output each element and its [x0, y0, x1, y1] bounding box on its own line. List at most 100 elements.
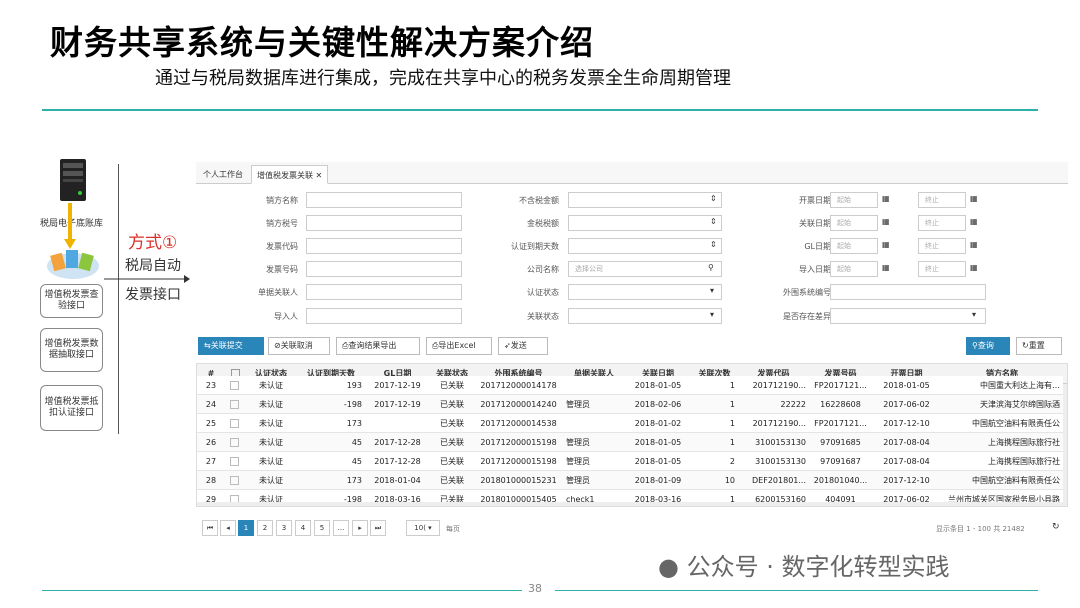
calendar-icon[interactable]: ▦: [882, 240, 890, 249]
tab-workbench[interactable]: 个人工作台: [198, 165, 248, 184]
company-input[interactable]: 选择公司: [568, 261, 722, 277]
filter-input[interactable]: [306, 215, 462, 231]
export-query-button[interactable]: ⎙查询结果导出: [336, 337, 420, 355]
export-excel-button[interactable]: ⎙导出Excel: [426, 337, 492, 355]
tab-vat-invoice-link[interactable]: 增值税发票关联 ✕: [251, 165, 329, 184]
page-number-button[interactable]: 5: [314, 520, 330, 536]
date-end-input[interactable]: 终止: [918, 261, 966, 277]
chevron-down-icon[interactable]: ▾: [710, 286, 714, 295]
table-cell: 2018-02-06: [634, 400, 682, 409]
query-button[interactable]: ⚲查询: [966, 337, 1010, 355]
table-cell: DEF201801...: [752, 476, 806, 485]
calendar-icon[interactable]: ▦: [970, 263, 978, 272]
filter-input[interactable]: [306, 284, 462, 300]
row-checkbox[interactable]: [230, 438, 239, 447]
table-row[interactable]: 27 未认证 45 2017-12-28 已关联 201712000015198 管理员 20…: [197, 452, 1063, 471]
spinner-icon[interactable]: ⇕: [710, 194, 717, 203]
search-icon[interactable]: ⚲: [708, 263, 714, 272]
chevron-down-icon[interactable]: ▾: [972, 310, 976, 319]
table-row[interactable]: 23 未认证 193 2017-12-19 已关联 201712000014178 2018…: [197, 376, 1063, 395]
page-number-button[interactable]: 4: [295, 520, 311, 536]
filter-label: GL日期: [804, 242, 831, 251]
filter-input[interactable]: [568, 284, 722, 300]
date-start-input[interactable]: 起始: [830, 215, 878, 231]
table-cell: 2018-01-09: [634, 476, 682, 485]
row-checkbox[interactable]: [230, 419, 239, 428]
chevron-down-icon[interactable]: ▾: [710, 310, 714, 319]
filter-input[interactable]: [306, 192, 462, 208]
vertical-scrollbar[interactable]: [1063, 384, 1067, 506]
calendar-icon[interactable]: ▦: [970, 194, 978, 203]
date-start-input[interactable]: 起始: [830, 238, 878, 254]
page-size-select[interactable]: 10( ▾: [406, 520, 440, 536]
calendar-icon[interactable]: ▦: [970, 240, 978, 249]
pager-summary: 显示条目 1 - 100 共 21482: [936, 525, 1025, 533]
filter-input[interactable]: [306, 261, 462, 277]
table-cell: [368, 414, 427, 433]
row-checkbox[interactable]: [230, 381, 239, 390]
spinner-icon[interactable]: ⇕: [710, 240, 717, 249]
filter-input[interactable]: [568, 308, 722, 324]
server-icon: [60, 159, 86, 201]
table-cell: 1: [729, 419, 735, 428]
date-end-input[interactable]: 终止: [918, 215, 966, 231]
filter-label: 导入日期: [799, 265, 831, 274]
table-cell: 26: [205, 438, 217, 447]
calendar-icon[interactable]: ▦: [970, 217, 978, 226]
filter-input[interactable]: [568, 238, 722, 254]
cloud-data-icon: [47, 250, 99, 279]
page-number-button[interactable]: ...: [333, 520, 349, 536]
reset-button[interactable]: ↻重置: [1016, 337, 1062, 355]
table-cell: 1: [729, 381, 735, 390]
date-end-input[interactable]: 终止: [918, 192, 966, 208]
row-checkbox[interactable]: [230, 457, 239, 466]
table-cell: 2017-08-04: [883, 457, 930, 466]
table-cell: 45: [351, 438, 362, 447]
filter-input[interactable]: [568, 215, 722, 231]
first-page-button[interactable]: ⏮: [202, 520, 218, 536]
table-row[interactable]: 28 未认证 173 2018-01-04 已关联 201801000015231 管理员 2…: [197, 471, 1063, 490]
row-checkbox[interactable]: [230, 400, 239, 409]
refresh-icon[interactable]: ↻: [1052, 522, 1060, 532]
link-cancel-button[interactable]: ⊘关联取消: [268, 337, 330, 355]
table-cell: FP2017121...: [814, 419, 867, 428]
calendar-icon[interactable]: ▦: [882, 263, 890, 272]
row-checkbox[interactable]: [230, 476, 239, 485]
page-number-button[interactable]: 1: [238, 520, 254, 536]
calendar-icon[interactable]: ▦: [882, 194, 890, 203]
table-cell: 45: [351, 457, 362, 466]
table-cell: 管理员: [566, 438, 590, 447]
table-cell: 中国航空油料有限责任公: [972, 419, 1060, 428]
next-page-button[interactable]: ▸: [352, 520, 368, 536]
table-row[interactable]: 25 未认证 173 已关联 201712000014538 2018-01-02 1 201…: [197, 414, 1063, 433]
date-end-input[interactable]: 终止: [918, 238, 966, 254]
table-cell: 2018-01-05: [634, 381, 682, 390]
verify-interface-box: 增值税发票查验接口: [40, 284, 103, 318]
close-icon[interactable]: ✕: [313, 171, 323, 180]
send-button[interactable]: ➶发送: [498, 337, 548, 355]
calendar-icon[interactable]: ▦: [882, 217, 890, 226]
date-start-input[interactable]: 起始: [830, 261, 878, 277]
last-page-button[interactable]: ⏭: [370, 520, 386, 536]
horizontal-scrollbar[interactable]: [197, 502, 1063, 506]
table-cell: 3100153130: [755, 457, 806, 466]
date-start-input[interactable]: 起始: [830, 192, 878, 208]
filter-input[interactable]: [306, 238, 462, 254]
table-row[interactable]: 24 未认证 -198 2017-12-19 已关联 201712000014240 管理员…: [197, 395, 1063, 414]
filter-label: 外围系统编号: [783, 288, 831, 297]
prev-page-button[interactable]: ◂: [220, 520, 236, 536]
page-number-button[interactable]: 3: [276, 520, 292, 536]
filter-input[interactable]: [830, 284, 986, 300]
filter-label: 认证到期天数: [511, 242, 559, 251]
table-row[interactable]: 26 未认证 45 2017-12-28 已关联 201712000015198 管理员 20…: [197, 433, 1063, 452]
table-cell: 27: [205, 457, 217, 466]
table-cell: 201712000015198: [480, 457, 557, 466]
filter-label: 关联日期: [799, 219, 831, 228]
link-submit-button[interactable]: ⇆关联提交: [198, 337, 264, 355]
filter-input[interactable]: [306, 308, 462, 324]
page-number-button[interactable]: 2: [257, 520, 273, 536]
filter-input[interactable]: [568, 192, 722, 208]
filter-label: 发票代码: [266, 242, 298, 251]
spinner-icon[interactable]: ⇕: [710, 217, 717, 226]
filter-input[interactable]: [830, 308, 986, 324]
